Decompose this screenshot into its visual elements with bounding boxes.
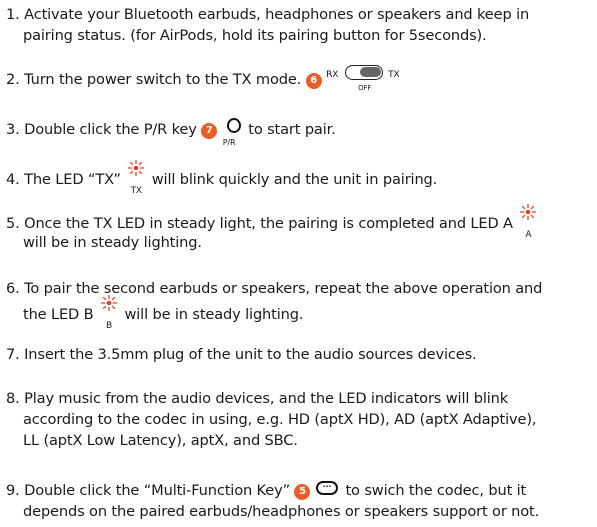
led-blink-icon: A: [517, 204, 539, 240]
step-3-post: to start pair.: [248, 121, 336, 138]
step-4: 4. The LED “TX” TX will blink quickly an…: [6, 160, 589, 196]
step-1-line-1: 1. Activate your Bluetooth earbuds, head…: [6, 6, 530, 23]
led-blink-icon: B: [98, 295, 120, 331]
multi-function-key-icon: ···: [315, 481, 341, 497]
step-1-line-2: pairing status. (for AirPods, hold its p…: [23, 27, 487, 44]
step-6-line-1: 6. To pair the second earbuds or speaker…: [6, 280, 543, 297]
step-4-pre: 4. The LED “TX”: [6, 171, 121, 188]
callout-badge-6: 6: [305, 73, 322, 89]
step-2-text: 2. Turn the power switch to the TX mode.: [6, 71, 302, 88]
tx-label: TX: [388, 70, 400, 80]
callout-badge-5: 5: [294, 484, 311, 500]
step-5-line-1: 5. Once the TX LED in steady light, the …: [6, 215, 513, 232]
step-8-line-1: 8. Play music from the audio devices, an…: [6, 390, 509, 407]
callout-badge-7: 7: [201, 123, 218, 139]
step-6: 6. To pair the second earbuds or speaker…: [6, 278, 589, 331]
off-label: OFF: [358, 84, 372, 92]
step-9-line-2: depends on the paired earbuds/headphones…: [23, 503, 540, 520]
led-a-label: A: [525, 230, 532, 240]
rx-label: RX: [326, 70, 339, 80]
instruction-page: 1. Activate your Bluetooth earbuds, head…: [0, 0, 597, 527]
step-8: 8. Play music from the audio devices, an…: [6, 388, 589, 451]
step-4-post: will blink quickly and the unit in pairi…: [151, 171, 438, 188]
step-9-pre: 9. Double click the “Multi-Function Key”: [6, 482, 290, 499]
step-3-pre: 3. Double click the P/R key: [6, 121, 197, 138]
step-8-line-3: LL (aptX Low Latency), aptX, and SBC.: [23, 432, 298, 449]
step-8-line-2: according to the codec in using, e.g. HD…: [23, 411, 537, 428]
step-9-post: to swich the codec, but it: [345, 482, 527, 499]
step-5: 5. Once the TX LED in steady light, the …: [6, 204, 589, 253]
step-5-line-2: will be in steady lighting.: [23, 234, 202, 251]
step-6-pre: the LED B: [23, 306, 94, 323]
step-1: 1. Activate your Bluetooth earbuds, head…: [6, 4, 589, 46]
step-6-line-2: the LED B B will be in steady lighting.: [6, 295, 589, 331]
step-9: 9. Double click the “Multi-Function Key”…: [6, 480, 589, 522]
switch-knob: [360, 67, 382, 77]
step-7-text: 7. Insert the 3.5mm plug of the unit to …: [6, 346, 477, 363]
led-blink-icon: TX: [125, 160, 147, 196]
step-7: 7. Insert the 3.5mm plug of the unit to …: [6, 344, 589, 365]
step-3: 3. Double click the P/R key 7 P/R to sta…: [6, 118, 589, 147]
step-6-post: will be in steady lighting.: [124, 306, 304, 323]
step-2: 2. Turn the power switch to the TX mode.…: [6, 64, 589, 92]
led-b-label: B: [105, 321, 112, 331]
led-tx-label: TX: [130, 186, 143, 196]
pr-key-label: P/R: [222, 138, 236, 147]
pr-key-ring: [226, 118, 241, 133]
power-switch-icon: RX TX OFF: [326, 64, 446, 92]
pr-key-icon: P/R: [222, 118, 244, 147]
